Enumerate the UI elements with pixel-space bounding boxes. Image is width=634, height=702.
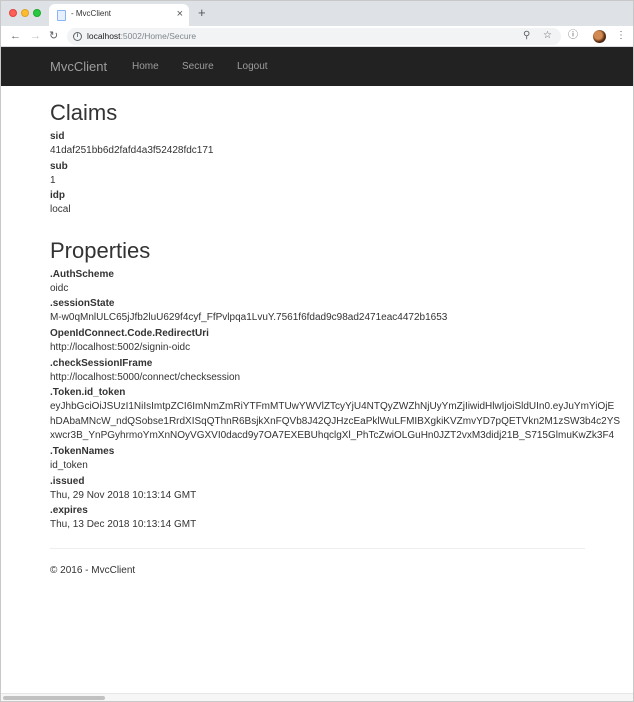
property-value-tokennames: id_token: [50, 459, 88, 471]
property-key-issued: .issued: [50, 475, 85, 487]
maximize-window-button[interactable]: [33, 9, 41, 17]
browser-toolbar: ← → ↻ i localhost:5002/Home/Secure ⚲ ☆ ⓘ…: [1, 26, 633, 47]
claim-value-sid: 41daf251bb6d2fafd4a3f52428fdc171: [50, 145, 214, 156]
main-content: Claims sid 41daf251bb6d2fafd4a3f52428fdc…: [50, 100, 633, 533]
property-key-redirecturi: OpenIdConnect.Code.RedirectUri: [50, 327, 209, 339]
property-key-sessionstate: .sessionState: [50, 298, 115, 310]
horizontal-scrollbar[interactable]: [1, 693, 633, 701]
property-value-checksession: http://localhost:5000/connect/checksessi…: [50, 371, 241, 383]
idtoken-line: hDAbaMNcW_ndQSobse1RrdXISqQThnR6BsjkXnFQ…: [50, 415, 621, 427]
property-value-issued: Thu, 29 Nov 2018 10:13:14 GMT: [50, 489, 197, 501]
close-window-button[interactable]: [9, 9, 17, 17]
zoom-icon[interactable]: ⚲: [523, 30, 530, 42]
url-text[interactable]: localhost:5002/Home/Secure: [87, 31, 196, 41]
site-info-icon[interactable]: i: [73, 32, 82, 41]
star-icon[interactable]: ☆: [543, 30, 552, 42]
reload-icon[interactable]: ↻: [49, 29, 58, 43]
tab-close-icon[interactable]: ×: [177, 7, 183, 21]
profile-avatar[interactable]: [593, 30, 606, 43]
page-icon: [57, 10, 66, 21]
property-key-tokennames: .TokenNames: [50, 445, 115, 457]
browser-tab[interactable]: - MvcClient ×: [49, 4, 189, 26]
new-tab-button[interactable]: +: [198, 6, 206, 20]
property-value-redirecturi: http://localhost:5002/signin-oidc: [50, 341, 191, 353]
idtoken-line: eyJhbGciOiJSUzI1NiIsImtpZCI6ImNmZmRiYTFm…: [50, 401, 615, 413]
menu-icon[interactable]: ⋮: [616, 29, 626, 43]
footer-text: © 2016 - MvcClient: [50, 565, 136, 576]
forward-icon[interactable]: →: [30, 29, 41, 43]
property-value-authscheme: oidc: [50, 282, 69, 294]
tab-title: - MvcClient: [71, 9, 112, 18]
property-key-idtoken: .Token.id_token: [50, 387, 126, 399]
minimize-window-button[interactable]: [21, 9, 29, 17]
claim-key-idp: idp: [50, 190, 65, 202]
claim-value-idp: local: [50, 204, 71, 216]
claim-value-sub: 1: [50, 174, 56, 186]
property-value-expires: Thu, 13 Dec 2018 10:13:14 GMT: [50, 519, 197, 531]
scrollbar-thumb[interactable]: [3, 696, 105, 700]
claims-list: sid 41daf251bb6d2fafd4a3f52428fdc171 sub…: [50, 129, 633, 218]
properties-heading: Properties: [50, 237, 151, 263]
properties-list: .AuthScheme oidc .sessionState M-w0qMnlU…: [50, 267, 633, 533]
back-icon[interactable]: ←: [10, 29, 21, 43]
site-navbar: MvcClient Home Secure Logout: [1, 47, 633, 86]
navbar-brand[interactable]: MvcClient: [50, 59, 107, 74]
property-key-expires: .expires: [50, 505, 88, 517]
tab-strip: - MvcClient × +: [1, 1, 633, 26]
extension-icon[interactable]: ⓘ: [568, 29, 578, 43]
footer-divider: [50, 548, 585, 549]
claim-key-sid: sid: [50, 131, 65, 142]
property-key-authscheme: .AuthScheme: [50, 268, 114, 280]
idtoken-line: xwcr3B_YnPGyhrmoYmXnNOyVGXVI0dacd9y7OA7E…: [50, 430, 615, 442]
nav-link-home[interactable]: Home: [132, 61, 159, 72]
browser-window: - MvcClient × + ← → ↻ i localhost:5002/H…: [0, 0, 634, 702]
nav-link-secure[interactable]: Secure: [182, 61, 214, 72]
claims-heading: Claims: [50, 100, 118, 125]
property-value-idtoken: eyJhbGciOiJSUzI1NiIsImtpZCI6ImNmZmRiYTFm…: [50, 400, 633, 444]
property-key-checksession: .checkSessionIFrame: [50, 357, 153, 369]
claim-key-sub: sub: [50, 160, 68, 172]
address-bar[interactable]: i localhost:5002/Home/Secure ⚲ ☆: [67, 28, 561, 45]
nav-link-logout[interactable]: Logout: [237, 61, 268, 72]
property-value-sessionstate: M-w0qMnlULC65jJfb2luU629f4cyf_FfPvlpqa1L…: [50, 312, 448, 324]
